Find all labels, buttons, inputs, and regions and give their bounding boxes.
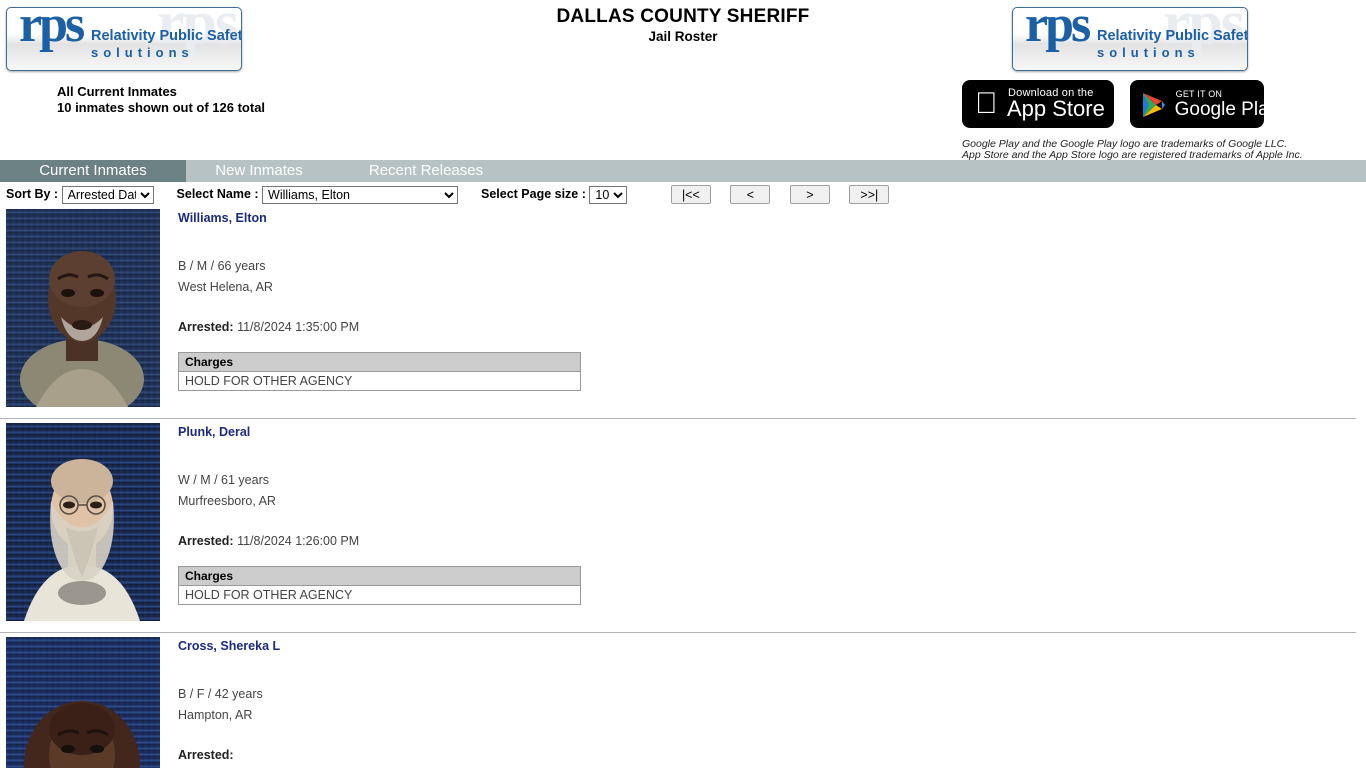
trademark-notice: Google Play and the Google Play logo are… (962, 139, 1303, 161)
inmate-record: Plunk, Deral W / M / 61 years Murfreesbo… (0, 419, 1356, 633)
tab-bar: Current Inmates New Inmates Recent Relea… (0, 160, 1366, 182)
charge-cell: HOLD FOR OTHER AGENCY (178, 371, 581, 391)
previous-page-button[interactable]: < (730, 185, 771, 204)
inmate-arrested-line: Arrested: (178, 747, 1356, 763)
charges-header-row: Charges (178, 352, 581, 372)
inmate-mugshot[interactable] (6, 637, 160, 768)
tab-current-inmates[interactable]: Current Inmates (0, 160, 186, 182)
apple-logo-icon:  (975, 89, 998, 119)
select-name-dropdown[interactable]: Williams, Elton (262, 185, 459, 204)
inmate-mugshot[interactable] (6, 209, 160, 407)
charge-cell: HOLD FOR OTHER AGENCY (178, 585, 581, 605)
google-play-badge[interactable]: GET IT ON Google Play (1129, 80, 1278, 128)
inmate-race-sex-age: W / M / 61 years (178, 473, 269, 487)
charges-table: Charges HOLD FOR OTHER AGENCY (178, 566, 581, 605)
tab-recent-releases[interactable]: Recent Releases (352, 160, 500, 182)
sort-by-label: Sort By : (6, 186, 59, 201)
page-size-select[interactable]: 10 (589, 185, 628, 204)
arrested-label: Arrested: (178, 534, 234, 548)
inmate-location: West Helena, AR (178, 280, 273, 294)
inmate-race-sex-age: B / F / 42 years (178, 687, 263, 701)
inmate-details: Plunk, Deral W / M / 61 years Murfreesbo… (178, 419, 1356, 627)
charges-table: Charges HOLD FOR OTHER AGENCY (178, 352, 581, 391)
table-row: HOLD FOR OTHER AGENCY (178, 371, 581, 391)
store-badges:  Download on the App Store GET IT ON Go… (962, 80, 1278, 128)
google-play-badge-subtitle: GET IT ON (1175, 89, 1223, 99)
google-play-badge-title: Google Play (1174, 99, 1279, 120)
inmate-record: Cross, Shereka L B / F / 42 years Hampto… (0, 633, 1356, 768)
inmate-demographics: W / M / 61 years Murfreesboro, AR (178, 470, 1356, 512)
rps-logo-right[interactable]: rps rps Relativity Public Safety solutio… (1012, 7, 1248, 71)
page-header: rps rps Relativity Public Safety solutio… (0, 0, 1366, 161)
arrested-datetime: 11/8/2024 1:35:00 PM (237, 320, 360, 334)
rps-logo-tagline-2: solutions (1097, 45, 1200, 60)
inmate-arrested-line: Arrested: 11/8/2024 1:26:00 PM (178, 533, 1356, 549)
arrested-datetime: 11/8/2024 1:26:00 PM (237, 534, 360, 548)
charges-column-header: Charges (178, 566, 581, 586)
inmate-arrested-line: Arrested: 11/8/2024 1:35:00 PM (178, 319, 1356, 335)
first-page-button[interactable]: |<< (670, 185, 711, 204)
table-row: HOLD FOR OTHER AGENCY (178, 585, 581, 605)
inmate-details: Williams, Elton B / M / 66 years West He… (178, 205, 1356, 413)
next-page-button[interactable]: > (789, 185, 830, 204)
select-name-label: Select Name : (176, 186, 259, 201)
tab-new-inmates[interactable]: New Inmates (186, 160, 332, 182)
inmate-record: Williams, Elton B / M / 66 years West He… (0, 205, 1356, 419)
inmate-details: Cross, Shereka L B / F / 42 years Hampto… (178, 633, 1356, 768)
inmate-demographics: B / M / 66 years West Helena, AR (178, 256, 1356, 298)
roster-summary-line-1: All Current Inmates (57, 84, 177, 99)
inmate-demographics: B / F / 42 years Hampton, AR (178, 684, 1356, 726)
charges-header-row: Charges (178, 566, 581, 586)
rps-logo-wordmark: rps (1025, 7, 1091, 53)
roster-toolbar: Sort By : Arrested Date Select Name : Wi… (0, 182, 1366, 205)
roster-summary-line-2: 10 inmates shown out of 126 total (57, 100, 266, 115)
inmate-name-link[interactable]: Cross, Shereka L (178, 639, 280, 653)
rps-logo-tagline-1: Relativity Public Safety (1097, 28, 1248, 44)
app-store-badge[interactable]:  Download on the App Store (962, 80, 1114, 128)
inmate-race-sex-age: B / M / 66 years (178, 259, 266, 273)
arrested-label: Arrested: (178, 748, 234, 762)
inmate-name-link[interactable]: Plunk, Deral (178, 425, 250, 439)
inmate-mugshot[interactable] (6, 423, 160, 621)
inmate-location: Murfreesboro, AR (178, 494, 276, 508)
inmate-name-link[interactable]: Williams, Elton (178, 211, 267, 225)
inmate-location: Hampton, AR (178, 708, 253, 722)
app-store-badge-title: App Store (1007, 96, 1105, 121)
google-play-icon (1142, 92, 1166, 121)
sort-by-select[interactable]: Arrested Date (61, 185, 154, 204)
charges-column-header: Charges (178, 352, 581, 372)
last-page-button[interactable]: >>| (849, 185, 890, 204)
page-size-label: Select Page size : (480, 186, 586, 201)
inmate-roster-list: Williams, Elton B / M / 66 years West He… (0, 205, 1366, 768)
arrested-label: Arrested: (178, 320, 234, 334)
rps-logo-tagline-2: solutions (91, 45, 194, 60)
roster-summary: All Current Inmates 10 inmates shown out… (57, 84, 265, 116)
